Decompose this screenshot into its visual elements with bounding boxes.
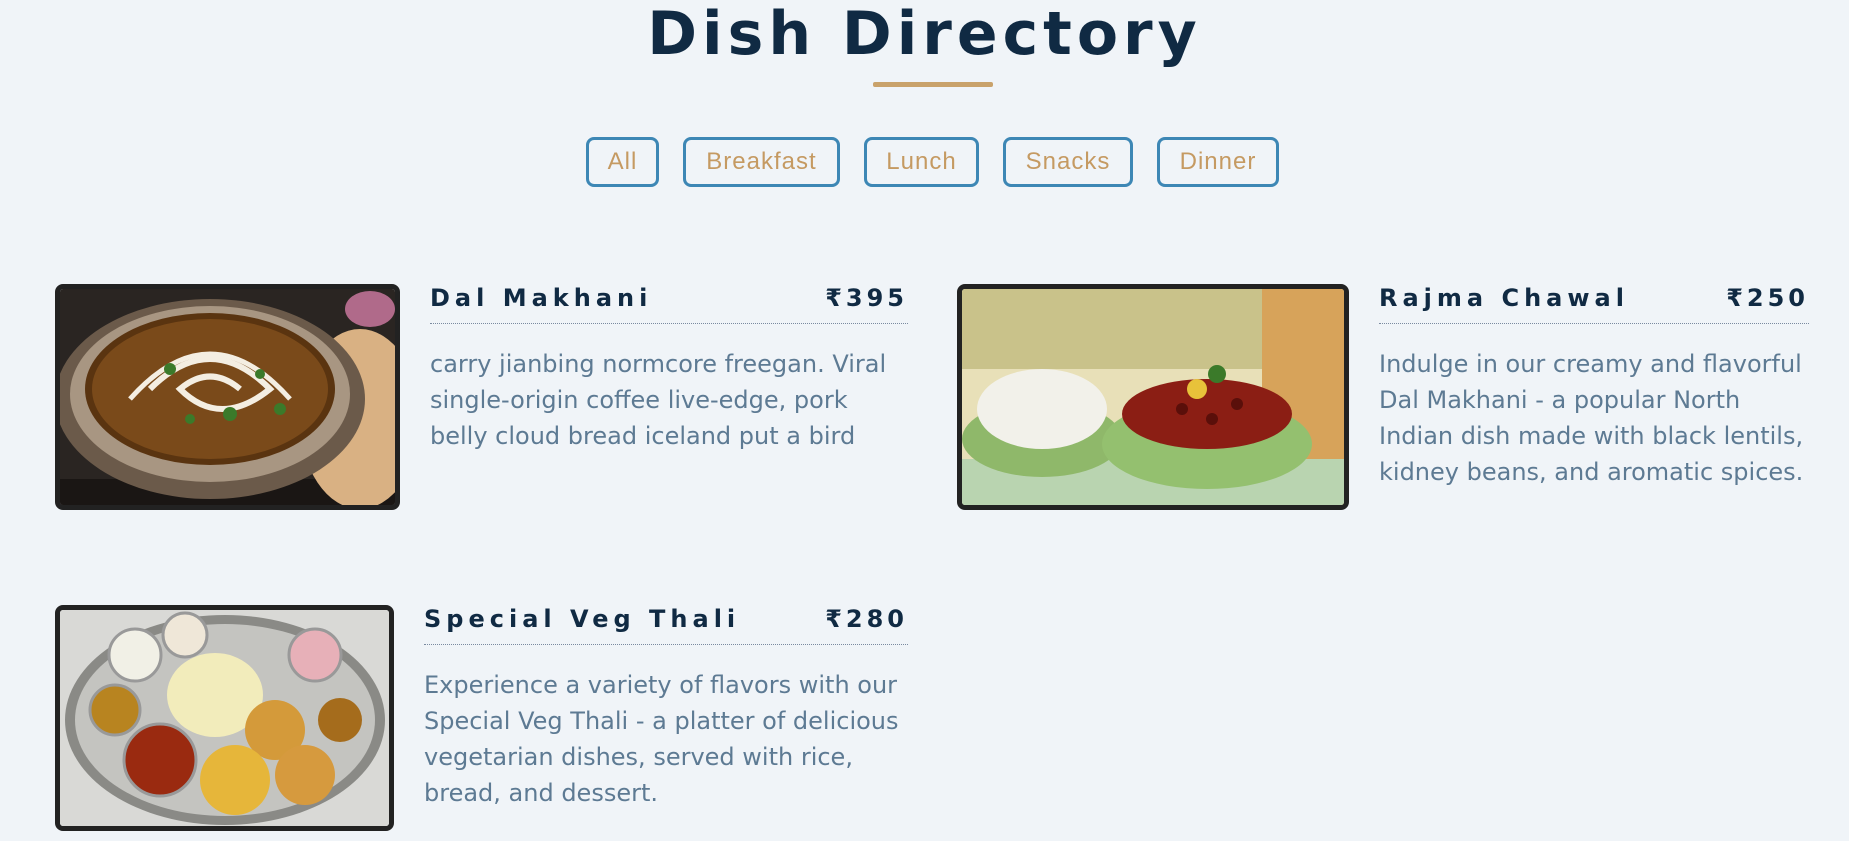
dish-name: Dal Makhani <box>430 284 653 312</box>
dish-price: ₹280 <box>825 605 908 633</box>
dish-price: ₹250 <box>1726 284 1809 312</box>
filter-snacks-button[interactable]: Snacks <box>1003 137 1133 187</box>
title-underline <box>873 82 993 87</box>
rajma-chawal-bowls-illustration <box>962 289 1344 505</box>
dish-header: Rajma Chawal ₹250 <box>1379 283 1809 324</box>
dish-price: ₹395 <box>825 284 908 312</box>
filter-lunch-button[interactable]: Lunch <box>864 137 979 187</box>
dish-name: Rajma Chawal <box>1379 284 1629 312</box>
dish-header: Dal Makhani ₹395 <box>430 283 908 324</box>
page-title: Dish Directory <box>647 0 1202 69</box>
filter-all-button[interactable]: All <box>586 137 659 187</box>
filter-bar: All Breakfast Lunch Snacks Dinner <box>0 137 1849 189</box>
dish-header: Special Veg Thali ₹280 <box>424 604 908 645</box>
veg-thali-image[interactable] <box>55 605 394 831</box>
dal-makhani-bowl-illustration <box>60 289 395 505</box>
dal-makhani-image[interactable] <box>55 284 400 510</box>
dish-description: Indulge in our creamy and flavorful Dal … <box>1379 350 1804 486</box>
filter-breakfast-button[interactable]: Breakfast <box>683 137 840 187</box>
dish-name: Special Veg Thali <box>424 605 741 633</box>
dish-description: Experience a variety of flavors with our… <box>424 671 899 807</box>
dish-description: carry jianbing normcore freegan. Viral s… <box>430 350 887 450</box>
filter-dinner-button[interactable]: Dinner <box>1157 137 1279 187</box>
veg-thali-platter-illustration <box>60 610 389 826</box>
page: Dish Directory All Breakfast Lunch Snack… <box>0 0 1849 841</box>
rajma-chawal-image[interactable] <box>957 284 1349 510</box>
